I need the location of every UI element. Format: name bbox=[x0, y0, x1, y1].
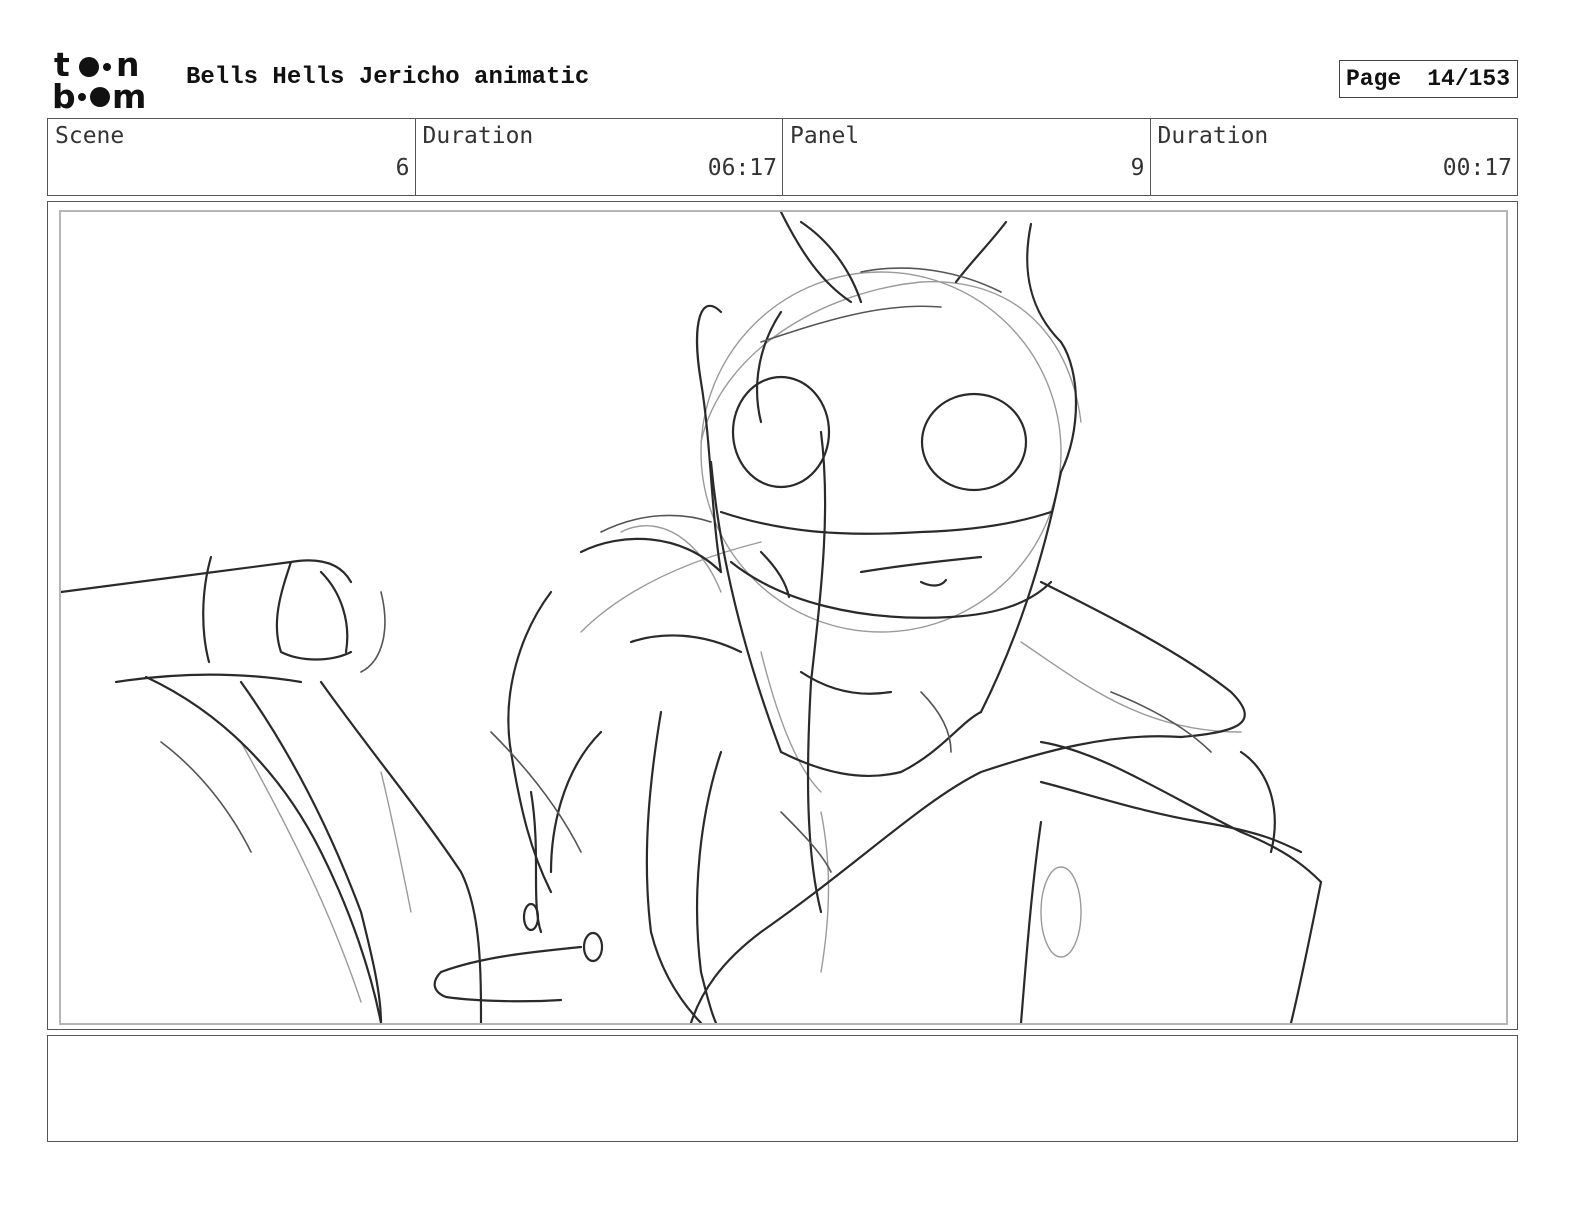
svg-text:b: b bbox=[52, 77, 76, 112]
panel-notes bbox=[47, 1035, 1518, 1142]
storyboard-panel bbox=[47, 201, 1518, 1030]
scene-duration-value: 06:17 bbox=[707, 155, 777, 181]
page-number: 14/153 bbox=[1427, 66, 1511, 92]
panel-value: 9 bbox=[1130, 155, 1145, 181]
rough-sketch-image bbox=[61, 212, 1323, 1023]
panel-frame bbox=[59, 210, 1508, 1025]
scene-cell: Scene 6 bbox=[48, 119, 416, 195]
panel-cell: Panel 9 bbox=[783, 119, 1151, 195]
panel-duration-label: Duration bbox=[1157, 123, 1269, 149]
scene-duration-cell: Duration 06:17 bbox=[416, 119, 783, 195]
panel-duration-cell: Duration 00:17 bbox=[1151, 119, 1518, 195]
panel-duration-value: 00:17 bbox=[1442, 155, 1512, 181]
svg-text:m: m bbox=[112, 77, 146, 112]
panel-label: Panel bbox=[790, 123, 860, 149]
page-indicator: Page 14/153 bbox=[1339, 60, 1518, 98]
scene-value: 6 bbox=[395, 155, 410, 181]
page-label: Page bbox=[1346, 66, 1402, 92]
scene-info-row: Scene 6 Duration 06:17 Panel 9 Duration … bbox=[47, 118, 1518, 196]
scene-label: Scene bbox=[55, 123, 125, 149]
scene-duration-label: Duration bbox=[422, 123, 534, 149]
document-title: Bells Hells Jericho animatic bbox=[186, 64, 590, 91]
toonboom-logo: t n b m bbox=[52, 45, 164, 116]
logo-mark: t n b m bbox=[52, 45, 146, 116]
